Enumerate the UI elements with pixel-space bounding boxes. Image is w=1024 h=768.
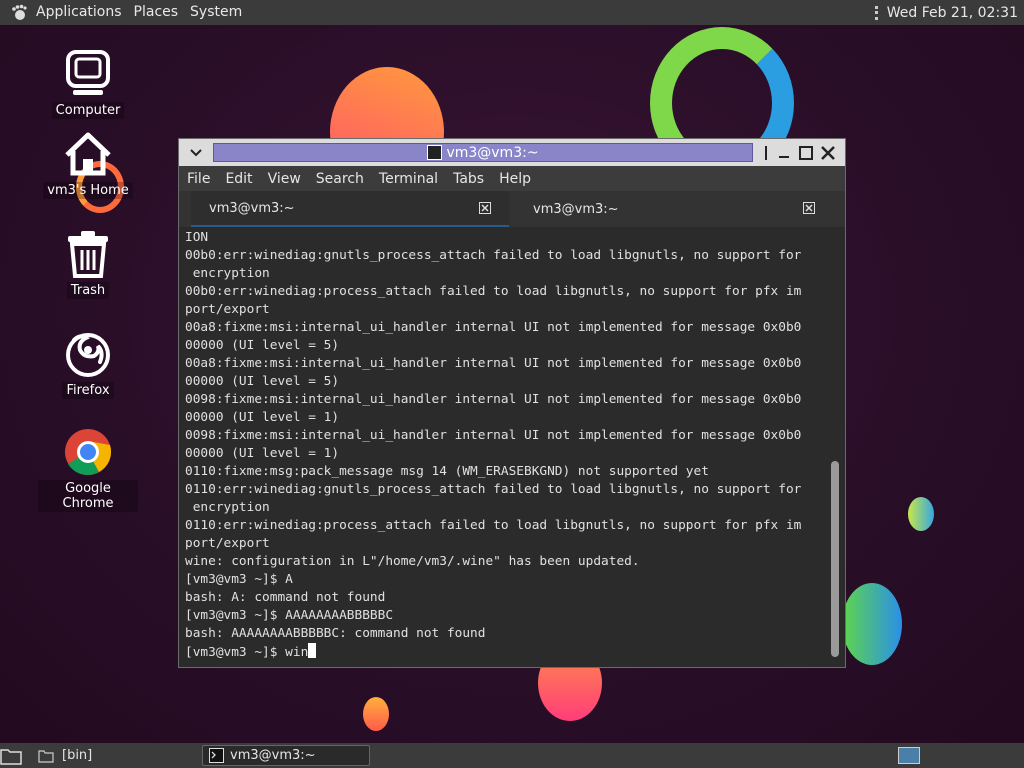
- scrollbar-thumb[interactable]: [831, 461, 839, 657]
- terminal-line: [vm3@vm3 ~]$ AAAAAAAABBBBBC: [185, 608, 394, 623]
- terminal-prompt: [vm3@vm3 ~]$ win: [185, 645, 309, 660]
- tab-label: vm3@vm3:~: [209, 200, 295, 216]
- desktop-icon-label: vm3's Home: [43, 182, 133, 199]
- terminal-window[interactable]: vm3@vm3:~ File Edit View Search Terminal…: [178, 138, 846, 668]
- window-menu-button[interactable]: [185, 142, 207, 164]
- menu-file[interactable]: File: [187, 171, 210, 187]
- terminal-line: 0110:fixme:msg:pack_message msg 14 (WM_E…: [185, 464, 709, 479]
- taskbar-folder-bin[interactable]: [bin]: [32, 745, 196, 766]
- window-title-text: vm3@vm3:~: [446, 144, 539, 161]
- tab-close-icon[interactable]: [479, 202, 493, 216]
- desktop-icon-firefox[interactable]: Firefox: [38, 328, 138, 399]
- taskbar-item-label: vm3@vm3:~: [230, 748, 316, 763]
- terminal-line: 0110:err:winediag:gnutls_process_attach …: [185, 482, 802, 497]
- terminal-menubar: File Edit View Search Terminal Tabs Help: [179, 166, 845, 191]
- desktop-icon-trash[interactable]: Trash: [38, 228, 138, 299]
- taskbar-item-label: [bin]: [62, 748, 93, 763]
- terminal-line: port/export: [185, 536, 270, 551]
- bottom-panel: [bin] vm3@vm3:~: [0, 743, 1024, 768]
- gnome-foot-icon[interactable]: [8, 4, 30, 22]
- menu-search[interactable]: Search: [316, 171, 364, 187]
- desktop-icon-computer[interactable]: Computer: [38, 48, 138, 119]
- panel-handle-icon: [874, 5, 881, 20]
- terminal-line: bash: AAAAAAAABBBBBC: command not found: [185, 626, 486, 641]
- terminal-line: encryption: [185, 500, 270, 515]
- menu-view[interactable]: View: [268, 171, 301, 187]
- tab-close-icon[interactable]: [803, 202, 817, 216]
- close-button[interactable]: [817, 142, 839, 164]
- wallpaper-blue-green-blob: [842, 583, 902, 665]
- trash-icon: [62, 228, 114, 280]
- terminal-line: ION: [185, 230, 209, 245]
- menu-applications[interactable]: Applications: [30, 0, 128, 25]
- taskbar-terminal[interactable]: vm3@vm3:~: [202, 745, 370, 766]
- computer-icon: [62, 48, 114, 100]
- folder-icon: [38, 749, 54, 763]
- terminal-line: 00b0:err:winediag:gnutls_process_attach …: [185, 248, 802, 263]
- menu-system[interactable]: System: [184, 0, 248, 25]
- terminal-line: encryption: [185, 266, 270, 281]
- terminal-scrollbar[interactable]: [831, 231, 839, 659]
- workspace-1[interactable]: [898, 747, 920, 764]
- desktop-icon-label: Computer: [51, 102, 125, 119]
- terminal-output[interactable]: ION 00b0:err:winediag:gnutls_process_atta…: [185, 229, 823, 661]
- terminal-line: 0110:err:winediag:process_attach failed …: [185, 518, 802, 533]
- terminal-tabbar: vm3@vm3:~ vm3@vm3:~: [179, 191, 845, 227]
- show-desktop-button[interactable]: [0, 745, 24, 766]
- terminal-app-icon: [209, 748, 224, 763]
- terminal-line: 00000 (UI level = 1): [185, 410, 340, 425]
- minimize-button[interactable]: [773, 142, 795, 164]
- top-panel: Applications Places System Wed Feb 21, 0…: [0, 0, 1024, 25]
- menu-tabs[interactable]: Tabs: [453, 171, 484, 187]
- desktop-icon-chrome[interactable]: Google Chrome: [38, 426, 138, 512]
- workspace-switcher[interactable]: [898, 745, 922, 766]
- wallpaper-small-green-blob: [908, 497, 934, 531]
- terminal-line: wine: configuration in L"/home/vm3/.wine…: [185, 554, 640, 569]
- menu-places[interactable]: Places: [128, 0, 185, 25]
- terminal-line: 00000 (UI level = 5): [185, 374, 340, 389]
- maximize-button[interactable]: [795, 142, 817, 164]
- terminal-lines: ION 00b0:err:winediag:gnutls_process_atta…: [185, 229, 823, 643]
- terminal-line: bash: A: command not found: [185, 590, 386, 605]
- terminal-line: 00000 (UI level = 1): [185, 446, 340, 461]
- terminal-line: port/export: [185, 302, 270, 317]
- home-icon: [62, 128, 114, 180]
- terminal-prompt-line[interactable]: [vm3@vm3 ~]$ win: [185, 643, 823, 661]
- terminal-line: 0098:fixme:msi:internal_ui_handler inter…: [185, 392, 802, 407]
- terminal-line: 00b0:err:winediag:process_attach failed …: [185, 284, 802, 299]
- terminal-tab-1[interactable]: vm3@vm3:~: [191, 191, 509, 227]
- desktop-icon-label: Trash: [66, 282, 110, 299]
- window-titlebar[interactable]: vm3@vm3:~: [179, 139, 845, 166]
- terminal-line: 0098:fixme:msi:internal_ui_handler inter…: [185, 428, 802, 443]
- terminal-line: 00a8:fixme:msi:internal_ui_handler inter…: [185, 320, 802, 335]
- terminal-line: 00000 (UI level = 5): [185, 338, 340, 353]
- desktop-icon-label: Firefox: [62, 382, 114, 399]
- terminal-line: [vm3@vm3 ~]$ A: [185, 572, 293, 587]
- desktop-icon-home[interactable]: vm3's Home: [38, 128, 138, 199]
- terminal-tab-2[interactable]: vm3@vm3:~: [515, 191, 833, 227]
- firefox-icon: [62, 328, 114, 380]
- menu-edit[interactable]: Edit: [225, 171, 252, 187]
- terminal-line: 00a8:fixme:msi:internal_ui_handler inter…: [185, 356, 802, 371]
- wallpaper-small-orange-blob: [363, 697, 389, 731]
- desktop-icon-label: Google Chrome: [38, 480, 138, 512]
- terminal-app-icon: [427, 145, 443, 160]
- clock[interactable]: Wed Feb 21, 02:31: [887, 5, 1018, 21]
- window-title: vm3@vm3:~: [213, 143, 753, 162]
- tab-label: vm3@vm3:~: [533, 201, 619, 217]
- text-cursor: [308, 643, 317, 658]
- chrome-icon: [62, 426, 114, 478]
- menu-help[interactable]: Help: [499, 171, 531, 187]
- menu-terminal[interactable]: Terminal: [379, 171, 438, 187]
